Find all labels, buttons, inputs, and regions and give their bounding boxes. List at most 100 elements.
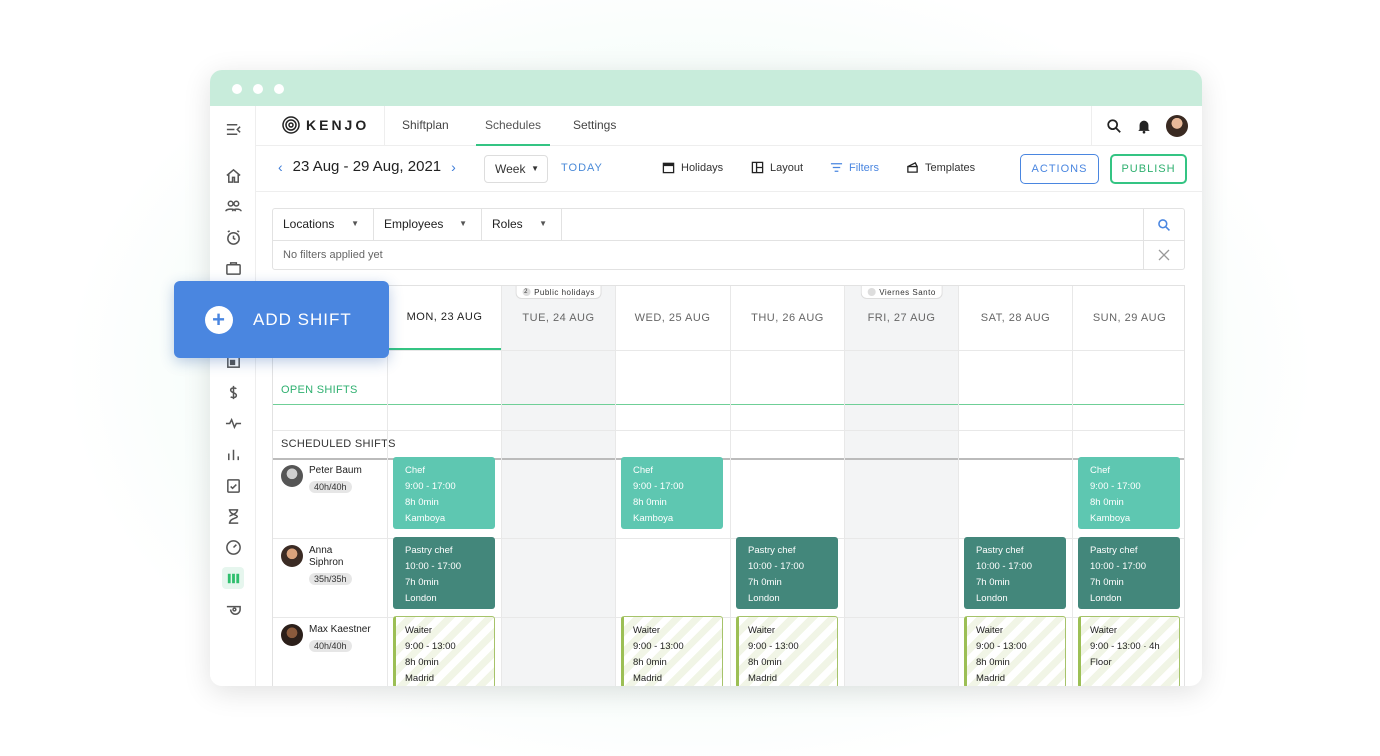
shift-line: 7h 0min <box>748 577 782 588</box>
shift-card-waiter[interactable]: Waiter 9:00 - 13:00 · 4h Floor <box>1078 616 1180 686</box>
bar-chart-icon[interactable] <box>222 443 244 465</box>
filters-button[interactable]: Filters <box>830 161 879 174</box>
holiday-badge[interactable]: Viernes Santo <box>860 286 943 299</box>
shift-line: London <box>1090 593 1122 604</box>
search-icon <box>1158 218 1170 231</box>
shift-line: 7h 0min <box>976 577 1010 588</box>
shift-card-pastry[interactable]: Pastry chef 10:00 - 17:00 7h 0min London <box>736 537 838 609</box>
holiday-badge[interactable]: 2 Public holidays <box>515 286 602 299</box>
holidays-button[interactable]: Holidays <box>662 161 723 174</box>
top-bar: KENJO Shiftplan Schedules Settings <box>256 106 1202 146</box>
add-shift-label: ADD SHIFT <box>253 309 352 329</box>
day-header[interactable]: THU, 26 AUG <box>730 286 844 350</box>
shift-card-waiter[interactable]: Waiter 9:00 - 13:00 8h 0min Madrid <box>393 616 495 686</box>
locations-filter-label: Locations <box>283 217 335 231</box>
day-header[interactable]: SAT, 28 AUG <box>958 286 1072 350</box>
actions-button[interactable]: ACTIONS <box>1020 154 1099 184</box>
chevron-left-icon[interactable]: ‹ <box>278 159 283 175</box>
tab-schedules[interactable]: Schedules <box>476 106 550 146</box>
collapse-menu-icon[interactable] <box>222 118 244 140</box>
today-button[interactable]: TODAY <box>561 162 603 174</box>
clear-filters-button[interactable] <box>1143 240 1184 270</box>
checklist-icon[interactable] <box>222 474 244 496</box>
publish-button[interactable]: PUBLISH <box>1110 154 1187 184</box>
tab-settings[interactable]: Settings <box>573 106 616 146</box>
employee-row-header[interactable]: Max Kaestner 40h/40h <box>281 624 371 654</box>
speedometer-icon[interactable] <box>222 536 244 558</box>
sidebar <box>210 106 256 686</box>
shift-card-pastry[interactable]: Pastry chef 10:00 - 17:00 7h 0min London <box>964 537 1066 609</box>
shift-line: Pastry chef <box>976 545 1024 556</box>
briefcase-icon[interactable] <box>222 257 244 279</box>
shift-line: Waiter <box>748 625 776 636</box>
date-range-nav: ‹ 23 Aug - 29 Aug, 2021 › <box>278 158 456 175</box>
app-window: KENJO Shiftplan Schedules Settings ‹ 23 … <box>210 70 1202 686</box>
shift-line: 10:00 - 17:00 <box>1090 561 1146 572</box>
search-icon[interactable] <box>1106 118 1122 134</box>
shift-line: 9:00 - 13:00 <box>405 641 456 652</box>
shift-card-waiter[interactable]: Waiter 9:00 - 13:00 8h 0min Madrid <box>964 616 1066 686</box>
day-header[interactable]: MON, 23 AUG <box>387 286 501 350</box>
employees-filter[interactable]: Employees ▼ <box>374 209 482 240</box>
day-label: TUE, 24 AUG <box>522 312 595 324</box>
brand-name: KENJO <box>306 117 370 133</box>
employee-name: Max Kaestner <box>309 624 371 635</box>
shift-line: 9:00 - 13:00 <box>633 641 684 652</box>
tab-shiftplan[interactable]: Shiftplan <box>402 106 449 146</box>
shift-line: Madrid <box>976 673 1006 684</box>
pulse-icon[interactable] <box>222 412 244 434</box>
alarm-clock-icon[interactable] <box>222 226 244 248</box>
day-header[interactable]: TUE, 24 AUG 2 Public holidays <box>501 286 615 350</box>
schedule-toolbar: ‹ 23 Aug - 29 Aug, 2021 › Week ▼ TODAY H… <box>256 146 1202 192</box>
add-shift-button[interactable]: + ADD SHIFT <box>174 281 389 358</box>
home-icon[interactable] <box>222 164 244 186</box>
brand-logo[interactable]: KENJO <box>282 116 369 134</box>
shiftplan-icon[interactable] <box>222 567 244 589</box>
locations-filter[interactable]: Locations ▼ <box>273 209 374 240</box>
shift-card-pastry[interactable]: Pastry chef 10:00 - 17:00 7h 0min London <box>393 537 495 609</box>
employee-row-header[interactable]: Peter Baum 40h/40h <box>281 465 362 495</box>
view-select[interactable]: Week ▼ <box>484 155 548 183</box>
user-avatar[interactable] <box>1166 115 1188 137</box>
shift-card-chef[interactable]: Chef 9:00 - 17:00 8h 0min Kamboya <box>1078 457 1180 529</box>
shift-card-chef[interactable]: Chef 9:00 - 17:00 8h 0min Kamboya <box>621 457 723 529</box>
window-titlebar <box>210 70 1202 106</box>
filter-search-button[interactable] <box>1143 209 1184 240</box>
shift-card-chef[interactable]: Chef 9:00 - 17:00 8h 0min Kamboya <box>393 457 495 529</box>
templates-button[interactable]: Templates <box>906 161 975 174</box>
day-label: MON, 23 AUG <box>406 311 483 323</box>
roles-filter[interactable]: Roles ▼ <box>482 209 562 240</box>
shift-line: 8h 0min <box>633 657 667 668</box>
whistle-icon[interactable] <box>222 598 244 620</box>
column-line <box>958 350 959 686</box>
day-label: SUN, 29 AUG <box>1092 312 1167 324</box>
shift-line: Kamboya <box>1090 513 1131 524</box>
shift-card-waiter[interactable]: Waiter 9:00 - 13:00 8h 0min Madrid <box>736 616 838 686</box>
layout-button[interactable]: Layout <box>751 161 803 174</box>
shift-line: 8h 0min <box>1090 497 1124 508</box>
hourglass-icon[interactable] <box>222 505 244 527</box>
employee-row-header[interactable]: Anna Siphron 35h/35h <box>281 545 381 587</box>
shift-line: 8h 0min <box>405 497 439 508</box>
bell-icon[interactable] <box>1136 118 1152 134</box>
schedule-grid: OPEN SHIFTS SCHEDULED SHIFTS MON, 23 AUG… <box>272 285 1185 686</box>
top-bar-actions <box>1091 106 1202 146</box>
shift-card-waiter[interactable]: Waiter 9:00 - 13:00 8h 0min Madrid <box>621 616 723 686</box>
hours-badge: 40h/40h <box>309 640 352 652</box>
caret-down-icon: ▼ <box>459 219 467 228</box>
dollar-icon[interactable] <box>222 381 244 403</box>
filter-status: No filters applied yet <box>273 240 1184 270</box>
caret-down-icon: ▼ <box>531 164 539 173</box>
day-header[interactable]: SUN, 29 AUG <box>1072 286 1186 350</box>
holiday-column-shade <box>501 350 615 686</box>
day-header[interactable]: WED, 25 AUG <box>615 286 729 350</box>
column-line <box>730 350 731 686</box>
employees-filter-label: Employees <box>384 217 444 231</box>
chevron-right-icon[interactable]: › <box>451 159 456 175</box>
shift-line: 9:00 - 13:00 · 4h <box>1090 641 1160 652</box>
day-header[interactable]: FRI, 27 AUG Viernes Santo <box>844 286 958 350</box>
people-icon[interactable] <box>222 195 244 217</box>
shift-line: 7h 0min <box>405 577 439 588</box>
shift-line: London <box>976 593 1008 604</box>
shift-card-pastry[interactable]: Pastry chef 10:00 - 17:00 7h 0min London <box>1078 537 1180 609</box>
